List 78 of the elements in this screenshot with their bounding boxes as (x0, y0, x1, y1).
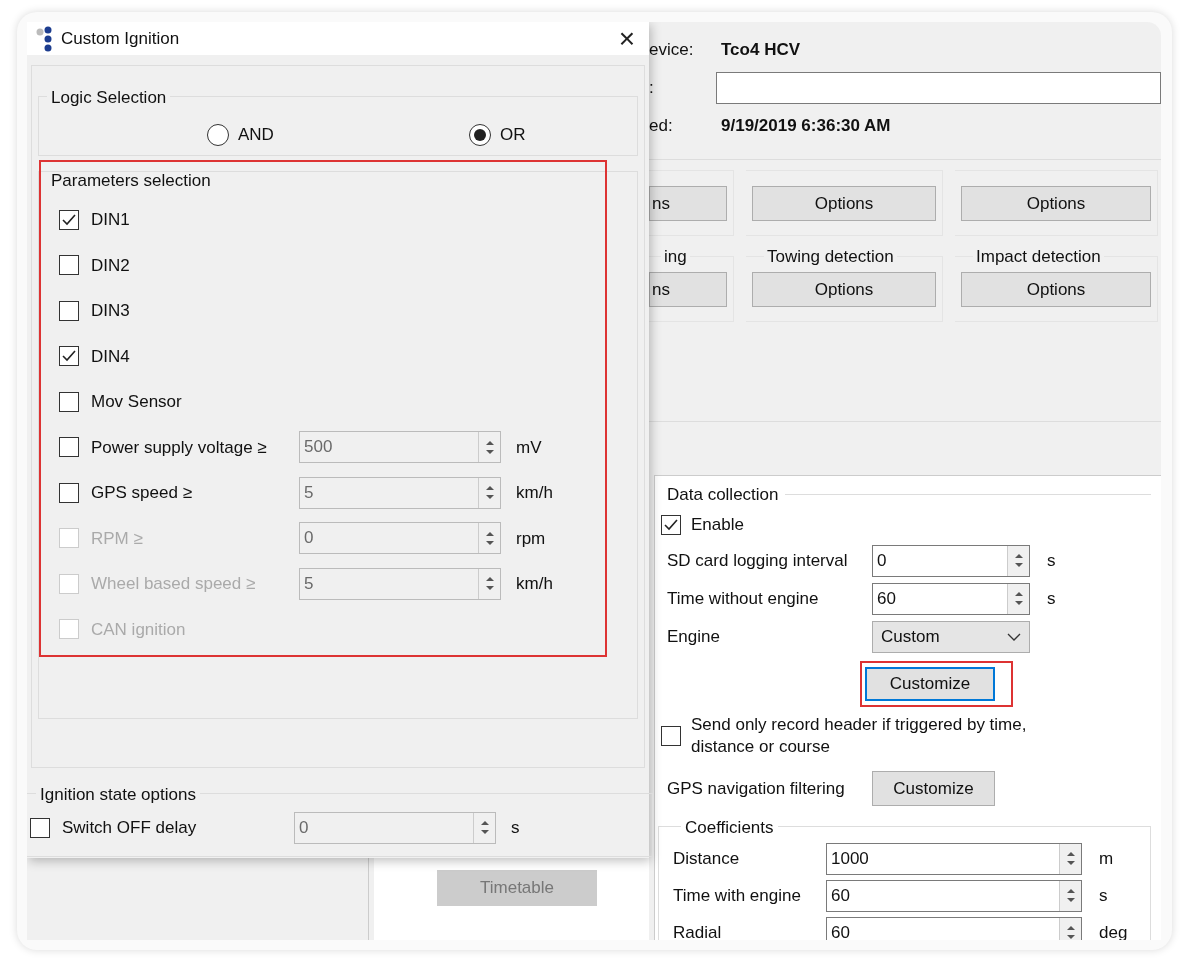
field-label: SD card logging interval (667, 549, 849, 572)
up-arrow-icon[interactable] (1065, 925, 1076, 931)
unit-label: s (1099, 884, 1108, 907)
checkbox[interactable] (30, 817, 50, 838)
up-arrow-icon[interactable] (1065, 888, 1076, 894)
field-label: Engine (667, 625, 721, 648)
radio-button[interactable] (468, 123, 491, 146)
checkbox-label: DIN1 (91, 209, 130, 231)
checkbox[interactable] (59, 255, 79, 276)
customize-button[interactable]: Customize (872, 771, 995, 806)
radio-button[interactable] (207, 123, 229, 146)
group-title: Parameters selection (51, 169, 212, 192)
field-label: Time without engine (667, 587, 820, 610)
field-label: ed: (649, 115, 674, 138)
checkbox-label: Send only record header if triggered by time, distance or course (691, 713, 1028, 758)
unit-label: km/h (516, 482, 553, 504)
unit-label: s (1047, 587, 1056, 610)
options-button[interactable]: ns (649, 186, 727, 221)
unit-label: s (1047, 549, 1056, 572)
down-arrow-icon[interactable] (1065, 860, 1076, 866)
unit-label: km/h (516, 573, 553, 595)
checkbox-label: Enable (691, 513, 744, 536)
window-title: Custom Ignition (61, 27, 180, 50)
unit-label: s (511, 816, 520, 839)
dropdown[interactable]: Custom (872, 620, 1030, 653)
unit-label: mV (516, 436, 542, 459)
field-label: Radial (673, 921, 723, 940)
checkbox-label: DIN3 (91, 300, 130, 322)
checkbox[interactable] (59, 391, 79, 412)
field-value: Tco4 HCV (720, 39, 802, 62)
checkbox[interactable] (59, 482, 79, 503)
field-label: : (649, 77, 655, 100)
checkbox-label: GPS speed ≥ (91, 482, 192, 504)
radio-label: OR (499, 123, 526, 146)
up-arrow-icon[interactable] (1013, 553, 1024, 559)
checkbox[interactable] (59, 300, 79, 321)
options-button[interactable]: Options (961, 186, 1151, 221)
field-label: GPS navigation filtering (667, 777, 846, 800)
text-field[interactable] (716, 72, 1161, 104)
number-field[interactable]: 60 (872, 582, 1030, 615)
field-label: Time with engine (673, 884, 802, 907)
options-button[interactable]: Options (961, 272, 1151, 307)
checkbox[interactable] (661, 725, 681, 746)
checkbox-label: Mov Sensor (91, 391, 182, 413)
number-field[interactable]: 0 (872, 544, 1030, 577)
number-field[interactable]: 1000 (826, 842, 1082, 875)
customize-button[interactable]: Customize (865, 666, 995, 701)
down-arrow-icon[interactable] (1065, 934, 1076, 940)
options-button[interactable]: Options (752, 186, 936, 221)
checkbox-label: Power supply voltage ≥ (91, 436, 267, 459)
up-arrow-icon[interactable] (1065, 851, 1076, 857)
checkbox-label: DIN2 (91, 254, 130, 277)
field-label: evice: (649, 39, 695, 62)
checkbox-label: CAN ignition (91, 618, 186, 641)
checkbox-label: RPM ≥ (91, 527, 143, 550)
down-arrow-icon[interactable] (1065, 897, 1076, 903)
checkbox[interactable] (59, 346, 79, 367)
down-arrow-icon[interactable] (1013, 600, 1024, 606)
field-value: 9/19/2019 6:36:30 AM (720, 115, 892, 138)
options-button[interactable]: Options (752, 272, 936, 307)
number-field[interactable]: 60 (826, 916, 1082, 940)
up-arrow-icon[interactable] (1013, 591, 1024, 597)
checkbox[interactable] (59, 437, 79, 458)
checkbox[interactable] (59, 209, 79, 230)
number-field[interactable]: 60 (826, 879, 1082, 912)
close-button[interactable]: × (614, 24, 639, 53)
checkbox-label: DIN4 (91, 345, 130, 368)
options-button[interactable]: ns (649, 272, 727, 307)
chevron-down-icon[interactable] (1007, 632, 1021, 641)
unit-label: rpm (516, 527, 546, 550)
field-label: Distance (673, 847, 741, 870)
unit-label: m (1099, 847, 1114, 870)
checkbox-label: Switch OFF delay (62, 816, 197, 839)
checkbox[interactable] (661, 514, 681, 535)
group-title: Data collection (667, 484, 779, 506)
checkbox-label: Wheel based speed ≥ (91, 573, 256, 595)
down-arrow-icon[interactable] (1013, 562, 1024, 568)
radio-label: AND (238, 123, 274, 146)
